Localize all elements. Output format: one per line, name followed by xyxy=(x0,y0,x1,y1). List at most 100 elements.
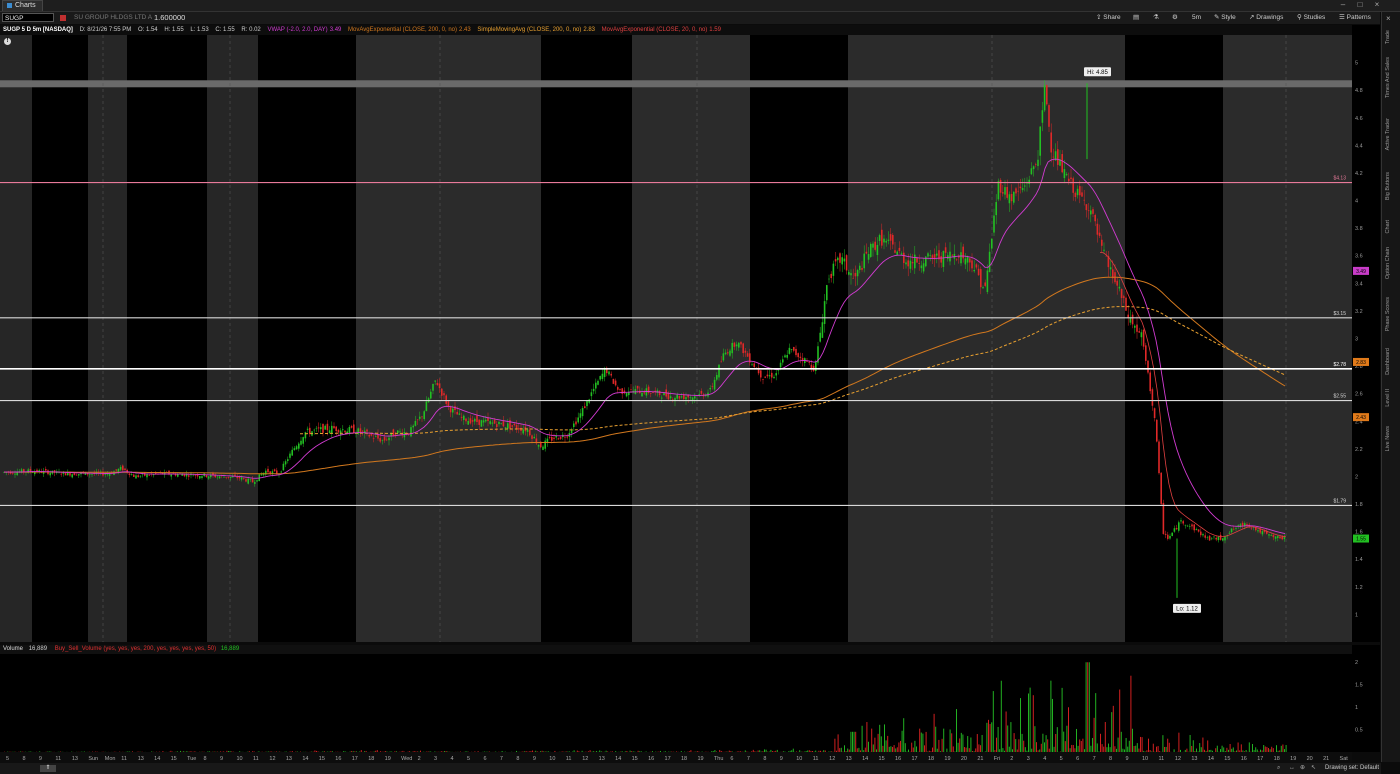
candle-body xyxy=(764,376,766,378)
volume-chart[interactable] xyxy=(0,654,1352,752)
candle-body xyxy=(768,375,771,377)
low-label: Lo: 1.12 xyxy=(1176,606,1198,612)
candle-body xyxy=(1063,169,1066,179)
price-axis[interactable]: 54.84.64.44.243.83.63.43.232.82.62.42.22… xyxy=(1352,25,1380,642)
side-tab-trade[interactable]: Trade xyxy=(1385,30,1391,44)
close-button[interactable]: × xyxy=(1370,0,1384,10)
candle-body xyxy=(729,350,731,356)
candle-body xyxy=(971,260,973,269)
candle-body xyxy=(874,241,876,250)
flask-icon: ⚗ xyxy=(1153,14,1159,21)
close-panel-icon[interactable]: × xyxy=(1386,14,1391,23)
studies-button[interactable]: ⚲ Studies xyxy=(1297,12,1325,24)
maximize-button[interactable]: □ xyxy=(1353,0,1367,10)
candle-body xyxy=(553,437,555,439)
candle-body xyxy=(724,352,727,355)
volume-tick-label: 0.5 xyxy=(1355,728,1363,734)
settings-button[interactable]: ⚙ xyxy=(1172,12,1178,24)
time-tick-label: 18 xyxy=(681,756,687,762)
candle-body xyxy=(964,258,967,265)
volume-label[interactable]: Volume xyxy=(3,646,23,652)
crosshair-icon[interactable]: ⊕ xyxy=(1300,763,1305,774)
pan-icon[interactable]: ↔ xyxy=(1289,763,1295,774)
side-tab-times-and-sales[interactable]: Times And Sales xyxy=(1385,57,1391,98)
volume-bar xyxy=(1064,741,1066,752)
time-tick-label: 19 xyxy=(697,756,703,762)
price-tick-label: 3 xyxy=(1355,337,1358,343)
side-tab-live-news[interactable]: Live News xyxy=(1385,426,1391,451)
time-tick-label: 12 xyxy=(829,756,835,762)
volume-bar xyxy=(866,722,868,752)
style-button[interactable]: ✎ Style xyxy=(1214,12,1236,24)
price-tick-label: 2.6 xyxy=(1355,392,1363,398)
side-tab-big-buttons[interactable]: Big Buttons xyxy=(1385,172,1391,200)
candle-body xyxy=(775,373,777,376)
candle-body xyxy=(856,270,859,277)
timeframe-button[interactable]: 5m xyxy=(1192,12,1201,24)
flask-button[interactable]: ⚗ xyxy=(1153,12,1159,24)
cursor-icon[interactable]: ↖ xyxy=(1311,763,1316,774)
candle-body xyxy=(273,469,276,472)
volume-bar xyxy=(1021,733,1023,752)
candle-body xyxy=(1013,191,1015,203)
ema200-study-label[interactable]: MovAvgExponential (CLOSE, 200, 0, no) xyxy=(348,27,457,33)
candle-body xyxy=(368,434,370,437)
candle-body xyxy=(511,425,513,427)
symbol-link-icon[interactable] xyxy=(60,15,66,21)
price-badge-label: 3.49 xyxy=(1356,269,1366,275)
candle-body xyxy=(1085,204,1088,211)
candle-body xyxy=(1103,249,1105,251)
candle-body xyxy=(889,234,892,241)
volume-bar xyxy=(1285,745,1287,752)
patterns-button[interactable]: ☰ Patterns xyxy=(1339,12,1371,24)
side-tab-dashboard[interactable]: Dashboard xyxy=(1385,348,1391,375)
candle-body xyxy=(1222,538,1224,541)
candle-body xyxy=(170,474,172,477)
ema20-study-label[interactable]: MovAvgExponential (CLOSE, 20, 0, no) xyxy=(602,27,708,33)
volume-bar xyxy=(1100,733,1101,752)
candle-body xyxy=(1270,535,1272,536)
candle-body xyxy=(617,387,619,390)
candle-body xyxy=(1169,535,1171,539)
candle-body xyxy=(320,427,322,430)
drawing-set-label[interactable]: Drawing set: Default xyxy=(1325,763,1379,774)
share-button[interactable]: ⇪ Share xyxy=(1096,12,1121,24)
side-tab-option-chain[interactable]: Option Chain xyxy=(1385,247,1391,279)
price-chart[interactable]: $4.13 $3.15 $2.78 $2.55 $1.79 Hi: 4.85 Lo: 1.… xyxy=(0,35,1352,642)
candle-body xyxy=(1171,532,1173,536)
volume-header: Volume 16,889 Buy_Sell_Volume (yes, yes,… xyxy=(0,645,1352,654)
candle-body xyxy=(577,417,579,423)
time-axis[interactable]: 5 8 9 11 13 Sun Mon 11 13 14 15 Tue 8 9 10 11 12 13 14 15 16… xyxy=(0,752,1352,763)
volume-bar xyxy=(1042,733,1044,752)
side-tab-active-trader[interactable]: Active Trader xyxy=(1385,118,1391,150)
candle-body xyxy=(73,473,76,476)
symbol-input[interactable]: SUGP xyxy=(2,13,54,22)
candle-body xyxy=(843,258,846,262)
time-tick-label: 9 xyxy=(533,756,536,762)
vwap-study-label[interactable]: VWAP (-2.0, 2.0, DAY) xyxy=(267,27,327,33)
time-tick-label: 20 xyxy=(961,756,967,762)
volume-bar xyxy=(1136,743,1138,752)
sma200-study-label[interactable]: SimpleMovingAvg (CLOSE, 200, 0, no) xyxy=(477,27,581,33)
candle-body xyxy=(1208,535,1211,541)
candle-body xyxy=(474,418,476,422)
candle-body xyxy=(438,383,441,389)
candle-body xyxy=(566,436,568,438)
collapse-icon[interactable]: ⇑ xyxy=(40,765,56,772)
zoom-icon[interactable]: ⌕ xyxy=(1277,763,1280,774)
buy-sell-volume-label[interactable]: Buy_Sell_Volume (yes, yes, yes, 200, yes… xyxy=(55,646,216,652)
candle-body xyxy=(515,425,518,429)
side-tab-phase-scores[interactable]: Phase Scores xyxy=(1385,297,1391,331)
time-tick-label: 14 xyxy=(615,756,621,762)
side-tab-chart[interactable]: Chart xyxy=(1385,220,1391,233)
copy-button[interactable]: ▤ xyxy=(1133,12,1139,24)
app-icon xyxy=(7,2,12,8)
candle-body xyxy=(361,430,364,432)
time-tick-label: 8 xyxy=(204,756,207,762)
volume-bar xyxy=(1044,742,1045,752)
drawings-button[interactable]: ↗ Drawings xyxy=(1249,12,1283,24)
charts-tab[interactable]: Charts xyxy=(2,0,43,11)
info-icon[interactable]: ! xyxy=(4,38,11,45)
minimize-button[interactable]: – xyxy=(1336,0,1350,10)
side-tab-level-ii[interactable]: Level II xyxy=(1385,389,1391,407)
